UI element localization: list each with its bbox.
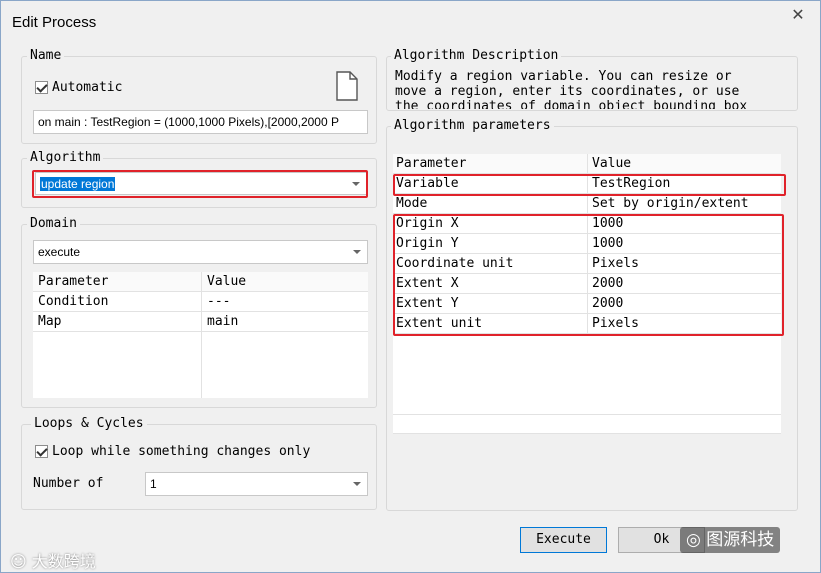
domain-selected-value: execute [38, 245, 81, 259]
chevron-down-icon[interactable] [347, 473, 367, 495]
watermark-left-text: 大数跨境 [31, 552, 96, 571]
automatic-checkbox[interactable] [35, 81, 48, 94]
table-header-cell: Parameter [396, 156, 467, 171]
table-cell: Mode [396, 196, 428, 211]
loop-checkbox[interactable] [35, 445, 48, 458]
number-of-label: Number of [33, 476, 104, 491]
window-title: Edit Process [12, 14, 97, 31]
table-header-cell: Parameter [38, 274, 109, 289]
number-of-select[interactable]: 1 [145, 472, 368, 496]
weibo-logo-icon: ☺ [10, 552, 27, 571]
name-group-legend: Name [27, 48, 65, 64]
document-icon [336, 71, 358, 101]
table-footer-line [393, 414, 781, 434]
loops-group [21, 424, 377, 510]
description-line: the coordinates of domain object boundin… [395, 99, 748, 109]
watermark-right-text: 图源科技 [706, 530, 775, 550]
automatic-label: Automatic [52, 80, 123, 95]
algorithm-description-text: Modify a region variable. You can resize… [395, 69, 795, 109]
chevron-down-icon[interactable] [347, 241, 367, 263]
algorithm-description-legend: Algorithm Description [391, 48, 562, 64]
table-cell: Set by origin/extent [592, 196, 749, 211]
wechat-logo-icon: ◎ [686, 530, 701, 550]
algorithm-highlight-box [32, 170, 368, 198]
process-description-text: on main : TestRegion = (1000,1000 Pixels… [38, 115, 339, 129]
watermark-right: ◎ 图源科技 [680, 527, 781, 553]
description-line: move a region, enter its coordinates, or… [395, 84, 740, 99]
table-header-cell: Value [592, 156, 632, 171]
domain-parameter-table: Parameter Value Condition --- Map main [33, 272, 368, 398]
table-header-cell: Value [207, 274, 247, 289]
domain-group-legend: Domain [27, 216, 80, 232]
close-icon[interactable]: ✕ [789, 6, 807, 24]
watermark-left: ☺ 大数跨境 [10, 548, 96, 572]
description-line: Modify a region variable. You can resize… [395, 69, 732, 84]
variable-highlight-box [393, 174, 786, 196]
algorithm-parameters-legend: Algorithm parameters [391, 118, 554, 134]
number-of-value: 1 [150, 477, 157, 491]
coordinates-highlight-box [393, 214, 784, 336]
algorithm-group-legend: Algorithm [27, 150, 104, 166]
column-divider [201, 272, 202, 398]
loops-group-legend: Loops & Cycles [31, 416, 147, 432]
domain-select[interactable]: execute [33, 240, 368, 264]
execute-button[interactable]: Execute [520, 527, 607, 553]
table-cell: --- [207, 294, 231, 309]
table-cell: Map [38, 314, 62, 329]
loop-label: Loop while something changes only [52, 444, 311, 459]
table-cell: main [207, 314, 239, 329]
table-cell: Condition [38, 294, 109, 309]
process-description-field[interactable]: on main : TestRegion = (1000,1000 Pixels… [33, 110, 368, 134]
